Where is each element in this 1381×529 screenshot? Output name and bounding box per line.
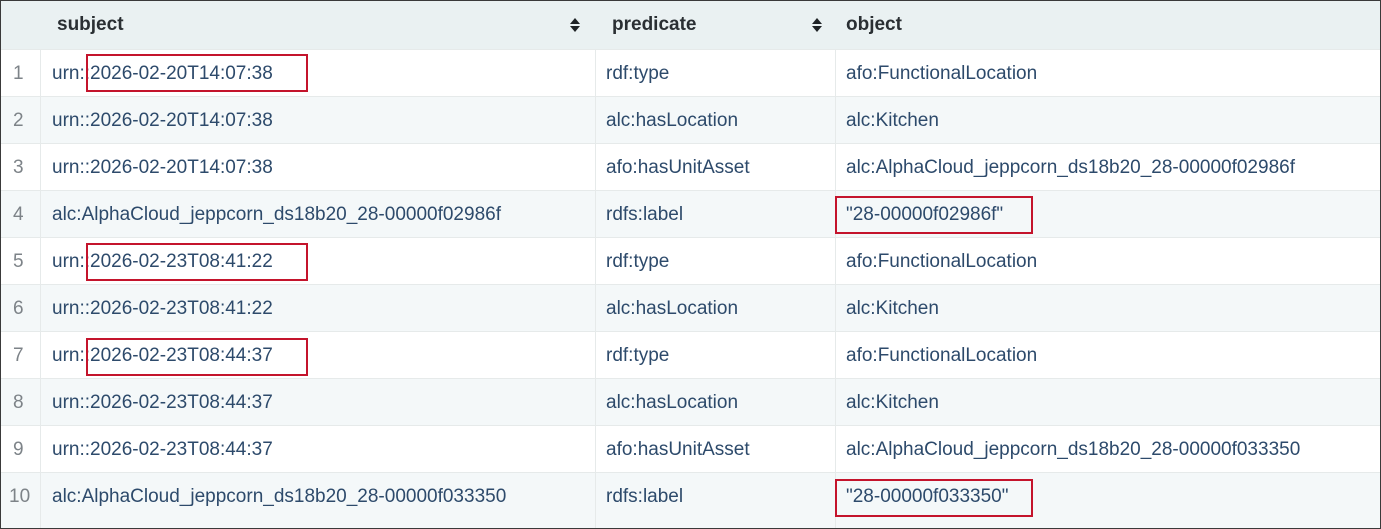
predicate-cell[interactable]: afo:hasUnitAsset xyxy=(606,144,750,191)
predicate-cell[interactable]: rdfs:label xyxy=(606,473,683,520)
column-header-label: object xyxy=(846,14,902,35)
object-cell[interactable]: afo:FunctionalLocation xyxy=(846,238,1037,285)
highlight-box xyxy=(86,54,308,92)
table-row: 4 alc:AlphaCloud_jeppcorn_ds18b20_28-000… xyxy=(1,190,1380,238)
column-header-label: predicate xyxy=(612,14,697,35)
table-header: subject predicate object xyxy=(1,1,1380,49)
object-cell[interactable]: alc:AlphaCloud_jeppcorn_ds18b20_28-00000… xyxy=(846,426,1300,473)
predicate-cell[interactable]: alc:hasLocation xyxy=(606,379,738,426)
predicate-cell[interactable]: rdf:type xyxy=(606,332,669,379)
row-index: 5 xyxy=(13,251,24,272)
row-index: 10 xyxy=(9,486,31,507)
row-index: 4 xyxy=(13,204,24,225)
column-header-object[interactable]: object xyxy=(846,1,902,49)
row-index: 3 xyxy=(13,157,24,178)
object-cell[interactable]: afo:FunctionalLocation xyxy=(846,50,1037,97)
predicate-cell[interactable]: afo:hasUnitAsset xyxy=(606,426,750,473)
predicate-cell[interactable]: rdf:type xyxy=(606,238,669,285)
sort-icon[interactable] xyxy=(811,17,823,33)
row-index: 6 xyxy=(13,298,24,319)
predicate-cell[interactable]: alc:hasLocation xyxy=(606,285,738,332)
subject-cell[interactable]: alc:AlphaCloud_jeppcorn_ds18b20_28-00000… xyxy=(52,473,506,520)
subject-cell[interactable]: urn::2026-02-23T08:41:22 xyxy=(52,285,273,332)
object-cell[interactable]: alc:Kitchen xyxy=(846,379,939,426)
subject-cell[interactable]: urn::2026-02-20T14:07:38 xyxy=(52,144,273,191)
row-index: 1 xyxy=(13,63,24,84)
table-row: 10 alc:AlphaCloud_jeppcorn_ds18b20_28-00… xyxy=(1,472,1380,528)
predicate-cell[interactable]: alc:hasLocation xyxy=(606,97,738,144)
column-header-label: subject xyxy=(57,14,124,35)
sort-icon[interactable] xyxy=(569,17,581,33)
table-row: 8 urn::2026-02-23T08:44:37 alc:hasLocati… xyxy=(1,378,1380,426)
table-row: 2 urn::2026-02-20T14:07:38 alc:hasLocati… xyxy=(1,96,1380,144)
subject-cell[interactable]: urn::2026-02-23T08:44:37 xyxy=(52,379,273,426)
column-header-predicate[interactable]: predicate xyxy=(612,1,696,49)
object-cell[interactable]: alc:AlphaCloud_jeppcorn_ds18b20_28-00000… xyxy=(846,144,1295,191)
object-cell[interactable]: afo:FunctionalLocation xyxy=(846,332,1037,379)
object-cell[interactable]: alc:Kitchen xyxy=(846,97,939,144)
table-row: 6 urn::2026-02-23T08:41:22 alc:hasLocati… xyxy=(1,284,1380,332)
predicate-cell[interactable]: rdf:type xyxy=(606,50,669,97)
table-row: 9 urn::2026-02-23T08:44:37 afo:hasUnitAs… xyxy=(1,425,1380,473)
highlight-box xyxy=(835,479,1033,517)
row-index: 2 xyxy=(13,110,24,131)
highlight-box xyxy=(86,338,308,376)
subject-cell[interactable]: alc:AlphaCloud_jeppcorn_ds18b20_28-00000… xyxy=(52,191,501,238)
table-row: 3 urn::2026-02-20T14:07:38 afo:hasUnitAs… xyxy=(1,143,1380,191)
highlight-box xyxy=(86,243,308,281)
row-index: 8 xyxy=(13,392,24,413)
row-index: 7 xyxy=(13,345,24,366)
subject-cell[interactable]: urn::2026-02-20T14:07:38 xyxy=(52,97,273,144)
subject-cell[interactable]: urn::2026-02-23T08:44:37 xyxy=(52,426,273,473)
predicate-cell[interactable]: rdfs:label xyxy=(606,191,683,238)
results-table: subject predicate object 1 urn::2026-02-… xyxy=(0,0,1381,529)
highlight-box xyxy=(835,196,1033,234)
object-cell[interactable]: alc:Kitchen xyxy=(846,285,939,332)
column-header-subject[interactable]: subject xyxy=(57,1,124,49)
row-index: 9 xyxy=(13,439,24,460)
